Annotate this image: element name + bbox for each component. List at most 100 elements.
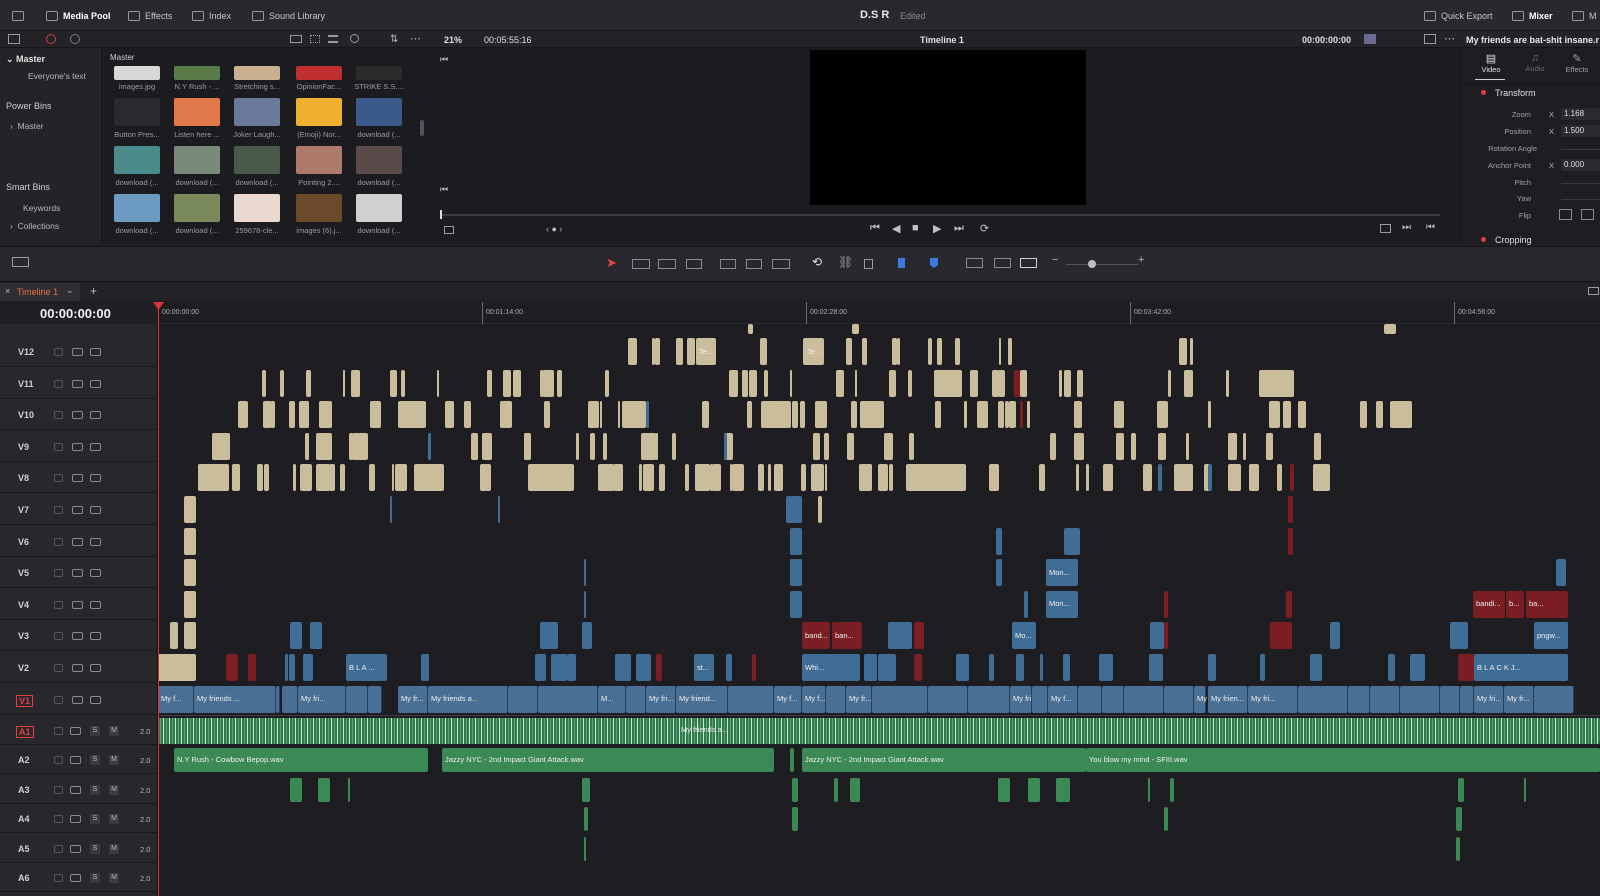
timeline-clip[interactable] bbox=[1290, 464, 1294, 492]
lock-track-icon[interactable] bbox=[54, 632, 63, 641]
timeline-clip[interactable] bbox=[184, 622, 196, 650]
timeline-clip[interactable] bbox=[479, 464, 488, 492]
media-thumbnail[interactable] bbox=[296, 194, 342, 222]
a2-clip[interactable]: You blow my mind - SFIII.wav bbox=[1086, 748, 1600, 773]
timeline-clip[interactable] bbox=[269, 401, 276, 429]
v1-clip[interactable] bbox=[826, 685, 846, 713]
track-enable-icon[interactable] bbox=[90, 348, 101, 356]
auto-track-select-icon[interactable] bbox=[72, 474, 83, 483]
auto-track-select-icon[interactable] bbox=[70, 815, 81, 824]
media-thumbnail[interactable] bbox=[356, 66, 402, 80]
timeline-tab[interactable]: × Timeline 1 ⌄ bbox=[0, 283, 80, 301]
timeline-clip[interactable] bbox=[863, 654, 877, 681]
auto-track-select-icon[interactable] bbox=[72, 379, 83, 388]
timeline-clip[interactable] bbox=[996, 527, 1002, 555]
timeline-clip[interactable] bbox=[1168, 369, 1172, 397]
v1-clip[interactable] bbox=[928, 685, 968, 713]
lock-track-icon[interactable] bbox=[54, 664, 63, 672]
timeline-clip[interactable] bbox=[1009, 401, 1017, 429]
bin-color-icon[interactable] bbox=[46, 34, 56, 44]
dynamic-trim-icon[interactable] bbox=[658, 259, 676, 269]
timeline-clip[interactable] bbox=[348, 432, 354, 460]
media-thumbnail[interactable] bbox=[174, 194, 220, 222]
zoom-in-icon[interactable]: + bbox=[1138, 254, 1144, 266]
timeline-clip[interactable] bbox=[395, 464, 407, 492]
timeline-clip[interactable] bbox=[1076, 369, 1084, 397]
link-icon[interactable]: ⛓ bbox=[838, 255, 853, 269]
mixer-button[interactable]: Mixer bbox=[1512, 8, 1553, 24]
timeline-clip[interactable] bbox=[445, 401, 454, 429]
a3-clip[interactable] bbox=[1028, 777, 1040, 802]
v1-clip[interactable]: My f... bbox=[1048, 685, 1078, 713]
track-name[interactable]: A6 bbox=[18, 873, 30, 883]
timeline-clip[interactable] bbox=[503, 369, 511, 397]
auto-track-select-icon[interactable] bbox=[72, 442, 83, 451]
media-thumbnail[interactable] bbox=[296, 146, 342, 174]
timeline-clip[interactable] bbox=[1458, 654, 1474, 681]
mute-button[interactable]: M bbox=[109, 873, 119, 883]
timeline-clip[interactable] bbox=[436, 369, 440, 397]
a4-clip[interactable] bbox=[792, 807, 798, 832]
timeline-clip[interactable] bbox=[487, 369, 492, 397]
timeline-clip[interactable] bbox=[997, 369, 1005, 397]
track-name[interactable]: V7 bbox=[18, 505, 29, 515]
timeline-clip[interactable] bbox=[398, 401, 426, 429]
timeline-clip[interactable] bbox=[391, 464, 394, 492]
media-thumbnail[interactable] bbox=[114, 194, 160, 222]
timeline-clip[interactable] bbox=[590, 432, 596, 460]
match-frame-icon[interactable] bbox=[1380, 224, 1391, 233]
marker-icon[interactable] bbox=[930, 258, 938, 268]
timeline-clip[interactable] bbox=[603, 432, 608, 460]
timeline-clip[interactable] bbox=[996, 559, 1002, 587]
timeline-clip[interactable]: b... bbox=[1506, 590, 1524, 618]
timeline-clip[interactable] bbox=[328, 401, 332, 429]
timeline-clip[interactable] bbox=[988, 464, 1000, 492]
timeline-clip[interactable] bbox=[1074, 401, 1083, 429]
timeline-clip[interactable] bbox=[1227, 432, 1238, 460]
timeline-clip[interactable] bbox=[1005, 401, 1009, 429]
a3-clip[interactable] bbox=[1458, 777, 1464, 802]
auto-track-select-icon[interactable] bbox=[70, 874, 81, 882]
quick-export-button[interactable]: Quick Export bbox=[1424, 8, 1493, 24]
timeline-clip[interactable] bbox=[567, 654, 577, 681]
media-thumbnail[interactable] bbox=[174, 146, 220, 174]
media-thumbnail[interactable] bbox=[234, 146, 280, 174]
track-name[interactable]: V4 bbox=[18, 600, 29, 610]
lock-track-icon[interactable] bbox=[54, 442, 63, 451]
v1-clip[interactable]: My f... bbox=[158, 685, 194, 713]
stop-icon[interactable]: ■ bbox=[912, 222, 919, 234]
timeline-clip[interactable] bbox=[1330, 622, 1340, 650]
timeline-clip[interactable] bbox=[1024, 590, 1028, 618]
timeline-clip[interactable] bbox=[369, 401, 381, 429]
auto-track-select-icon[interactable] bbox=[70, 844, 81, 853]
v1-clip[interactable] bbox=[276, 685, 280, 713]
timeline-clip[interactable] bbox=[758, 464, 764, 492]
timeline-clip[interactable]: B L A C K J... bbox=[1474, 654, 1568, 681]
workspace-menu-button[interactable] bbox=[12, 8, 24, 24]
track-name[interactable]: V1 bbox=[16, 694, 34, 707]
solo-button[interactable]: S bbox=[90, 814, 100, 825]
timeline-clip[interactable] bbox=[914, 654, 922, 681]
timeline-clip[interactable] bbox=[524, 432, 532, 460]
detail-view-icon[interactable] bbox=[328, 35, 338, 43]
sound-library-button[interactable]: Sound Library bbox=[252, 8, 325, 24]
v1-clip[interactable]: My fri... bbox=[1474, 685, 1504, 713]
timeline-clip[interactable] bbox=[936, 338, 942, 365]
a4-clip[interactable] bbox=[1164, 807, 1168, 832]
anchor-x-field[interactable]: 0.000 bbox=[1561, 159, 1600, 171]
timeline-clip[interactable] bbox=[836, 369, 845, 397]
timeline-clip[interactable] bbox=[237, 401, 248, 429]
timeline-clip[interactable] bbox=[800, 401, 805, 429]
timeline-clip[interactable] bbox=[618, 401, 621, 429]
timeline-tracks[interactable]: Te... Te... Mon... Mon... bandi... b... ba... b… bbox=[158, 324, 1600, 896]
timeline-clip[interactable] bbox=[1270, 622, 1292, 650]
media-thumbnail[interactable] bbox=[296, 66, 342, 80]
timeline-clip[interactable] bbox=[862, 464, 872, 492]
zoom-detail-icon[interactable] bbox=[994, 258, 1011, 268]
timeline-clip[interactable] bbox=[305, 369, 311, 397]
timeline-clip[interactable] bbox=[800, 464, 806, 492]
selection-tool-icon[interactable]: ➤ bbox=[606, 255, 617, 271]
timeline-clip[interactable] bbox=[847, 432, 854, 460]
a3-clip[interactable] bbox=[1170, 777, 1174, 802]
timeline-clip[interactable] bbox=[280, 369, 284, 397]
